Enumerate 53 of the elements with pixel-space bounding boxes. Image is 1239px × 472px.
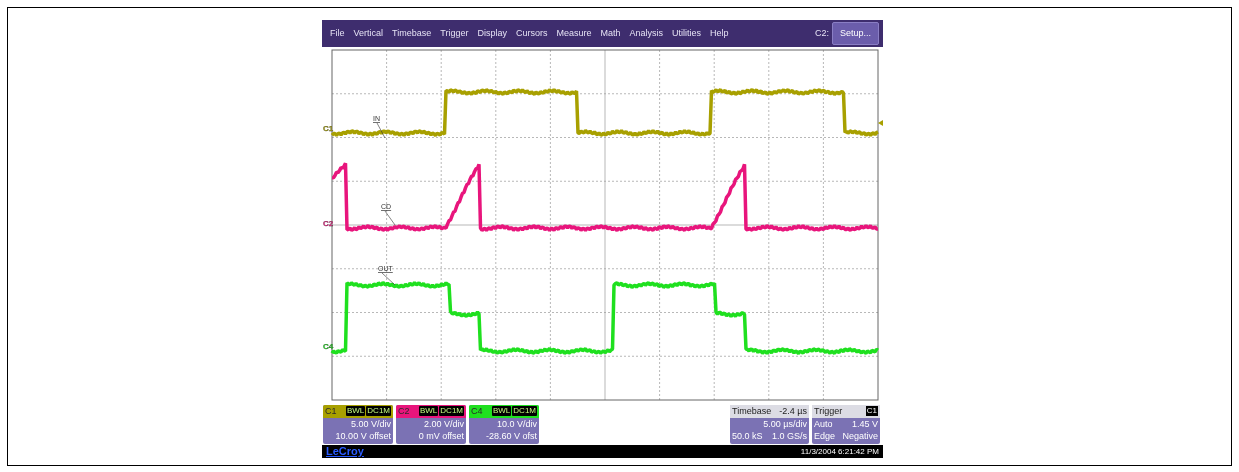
panel-title: Trigger	[814, 405, 843, 417]
menu-item[interactable]: Trigger	[436, 23, 473, 44]
coupling-badge: DC1M	[366, 406, 391, 416]
sample-rate: 1.0 GS/s	[772, 429, 807, 442]
trigger-level: 1.45 V	[851, 417, 878, 430]
offset-value: 0 mV offset	[417, 429, 465, 442]
channel-name: C4	[471, 405, 484, 417]
trigger-level-icon	[878, 120, 883, 126]
coupling-badge: DC1M	[512, 406, 537, 416]
trigger-slope: Negative	[842, 429, 878, 442]
channel-panel[interactable]: C1 BWL DC1M 5.00 V/div 10.00 V offset	[323, 404, 393, 444]
trigger-source-badge: C1	[865, 406, 878, 416]
menu-item[interactable]: Analysis	[625, 23, 667, 44]
menu-item[interactable]: Measure	[552, 23, 596, 44]
leader-line	[376, 122, 386, 139]
leader-line	[381, 272, 396, 286]
delay-value: -2.4 µs	[779, 404, 807, 418]
channel-name: C2	[398, 405, 411, 417]
menu-item[interactable]: Help	[706, 23, 733, 44]
channel-name: C1	[325, 405, 338, 417]
channel-marker: C2	[323, 219, 334, 228]
trigger-panel[interactable]: Trigger C1 Auto 1.45 V Edge Negative	[812, 404, 880, 444]
trigger-mode: Auto	[814, 417, 833, 430]
menu-item[interactable]: File	[326, 23, 349, 44]
menu-item[interactable]: Vertical	[349, 23, 388, 44]
menu-item[interactable]: Cursors	[511, 23, 552, 44]
volts-per-div: 10.0 V/div	[495, 417, 538, 430]
coupling-badge: DC1M	[439, 406, 464, 416]
panel-title: Timebase	[732, 404, 772, 418]
time-per-div: 5.00 µs/div	[762, 417, 808, 430]
trigger-type: Edge	[814, 429, 836, 442]
coupling-badge: BWL	[419, 406, 439, 416]
offset-value: 10.00 V offset	[334, 429, 392, 442]
channel-label: C2:	[814, 26, 829, 40]
volts-per-div: 5.00 V/div	[349, 417, 392, 430]
offset-value: -28.60 V ofst	[484, 429, 538, 442]
coupling-badge: BWL	[346, 406, 366, 416]
channel-panel[interactable]: C4 BWL DC1M 10.0 V/div -28.60 V ofst	[469, 404, 539, 444]
volts-per-div: 2.00 V/div	[422, 417, 465, 430]
timestamp: 11/3/2004 6:21:42 PM	[800, 445, 879, 458]
brand-link[interactable]: LeCroy	[326, 445, 364, 458]
menu-item[interactable]: Timebase	[388, 23, 436, 44]
setup-button[interactable]: Setup...	[831, 22, 879, 45]
coupling-badge: BWL	[492, 406, 512, 416]
channel-marker: C4	[323, 342, 334, 351]
leader-line	[384, 210, 396, 226]
channel-panel[interactable]: C2 BWL DC1M 2.00 V/div 0 mV offset	[396, 404, 466, 444]
menu-item[interactable]: Math	[596, 23, 625, 44]
menu-item[interactable]: Display	[473, 23, 511, 44]
timebase-panel[interactable]: Timebase -2.4 µs 5.00 µs/div 50.0 kS 1.0 GS/s	[730, 404, 809, 444]
menu-item[interactable]: Utilities	[668, 23, 705, 44]
sample-count: 50.0 kS	[732, 429, 763, 442]
channel-marker: C1	[323, 124, 334, 133]
